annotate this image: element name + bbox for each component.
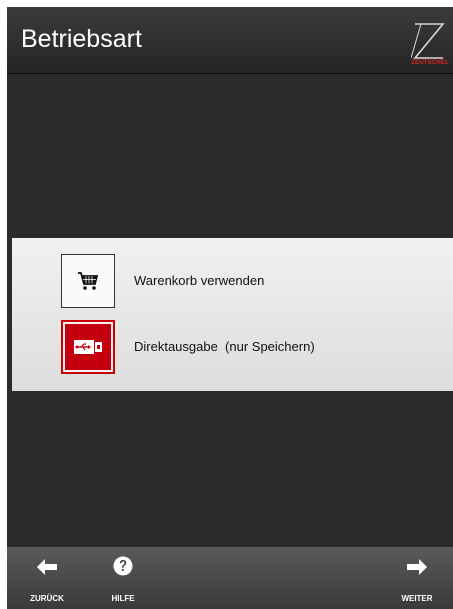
direct-output-button[interactable]	[61, 320, 115, 374]
header-bar: Betriebsart ZEUTSCHEL	[7, 7, 453, 74]
mode-selection-panel: Warenkorb verwenden Direktausgabe (nur S…	[12, 238, 453, 391]
app-screen: Betriebsart ZEUTSCHEL Warenkorb verwende…	[7, 7, 453, 609]
logo-wordmark: ZEUTSCHEL	[411, 60, 449, 66]
usb-drive-icon	[74, 340, 102, 354]
next-button-label: WEITER	[401, 594, 433, 603]
arrow-right-icon	[407, 559, 427, 575]
back-button-label: ZURÜCK	[30, 594, 64, 603]
option-shopping-cart[interactable]: Warenkorb verwenden	[61, 254, 441, 314]
next-button[interactable]: WEITER	[395, 547, 439, 609]
option-label-shopping-cart: Warenkorb verwenden	[134, 273, 265, 288]
footer-bar: ZURÜCK HILFE WEITER	[7, 547, 453, 609]
help-icon	[113, 556, 133, 576]
shopping-cart-button[interactable]	[61, 254, 115, 308]
shopping-cart-icon	[78, 272, 99, 290]
page-title: Betriebsart	[21, 25, 142, 53]
help-button[interactable]: HILFE	[103, 547, 143, 609]
arrow-left-icon	[37, 559, 57, 575]
help-button-label: HILFE	[111, 594, 135, 603]
back-button[interactable]: ZURÜCK	[25, 547, 69, 609]
zeutschel-logo-icon	[411, 23, 445, 59]
option-label-direct-output: Direktausgabe (nur Speichern)	[134, 339, 315, 354]
option-direct-output[interactable]: Direktausgabe (nur Speichern)	[61, 320, 441, 380]
